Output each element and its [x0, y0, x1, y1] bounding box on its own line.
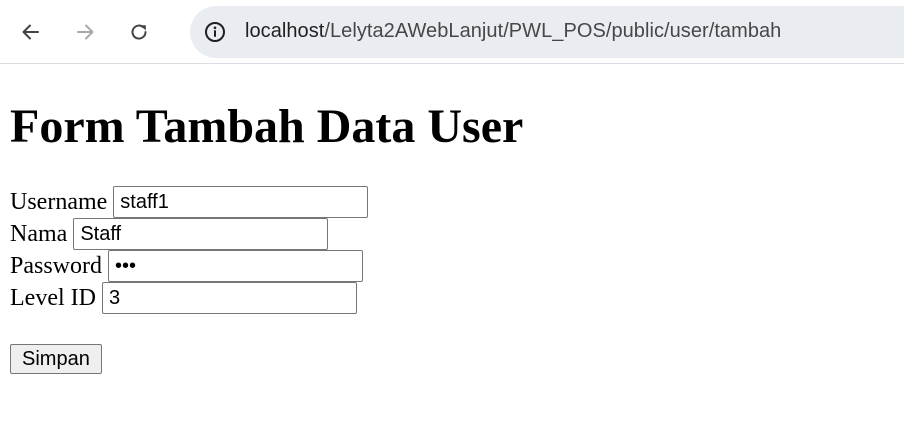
page-content: Form Tambah Data User Username Nama Pass… [0, 99, 904, 374]
address-bar[interactable]: localhost/Lelyta2AWebLanjut/PWL_POS/publ… [190, 5, 904, 58]
nama-label: Nama [10, 220, 68, 247]
url-text[interactable]: localhost/Lelyta2AWebLanjut/PWL_POS/publ… [245, 20, 781, 43]
url-path: /Lelyta2AWebLanjut/PWL_POS/public/user/t… [324, 20, 782, 42]
reload-button[interactable] [125, 18, 153, 46]
level-input[interactable] [101, 282, 357, 314]
nama-row: Nama [10, 218, 894, 250]
user-form: Username Nama Password Level ID Simpan [10, 186, 894, 374]
arrow-left-icon [22, 24, 39, 39]
page-title: Form Tambah Data User [10, 100, 524, 153]
level-row: Level ID [10, 282, 894, 314]
level-label: Level ID [10, 284, 96, 311]
url-host: localhost [245, 20, 325, 42]
arrow-right-icon [77, 24, 94, 39]
password-row: Password [10, 250, 894, 282]
simpan-button[interactable]: Simpan [10, 344, 102, 374]
username-label: Username [10, 188, 108, 215]
form-spacer [10, 314, 894, 344]
nama-input[interactable] [73, 218, 329, 250]
username-input[interactable] [113, 186, 369, 218]
password-label: Password [10, 252, 103, 279]
reload-icon [131, 24, 147, 40]
password-input[interactable] [108, 250, 364, 282]
back-button[interactable] [17, 18, 45, 46]
forward-button[interactable] [71, 18, 99, 46]
info-circle-icon[interactable] [203, 20, 227, 44]
browser-toolbar: localhost/Lelyta2AWebLanjut/PWL_POS/publ… [0, 0, 904, 64]
username-row: Username [10, 186, 894, 218]
